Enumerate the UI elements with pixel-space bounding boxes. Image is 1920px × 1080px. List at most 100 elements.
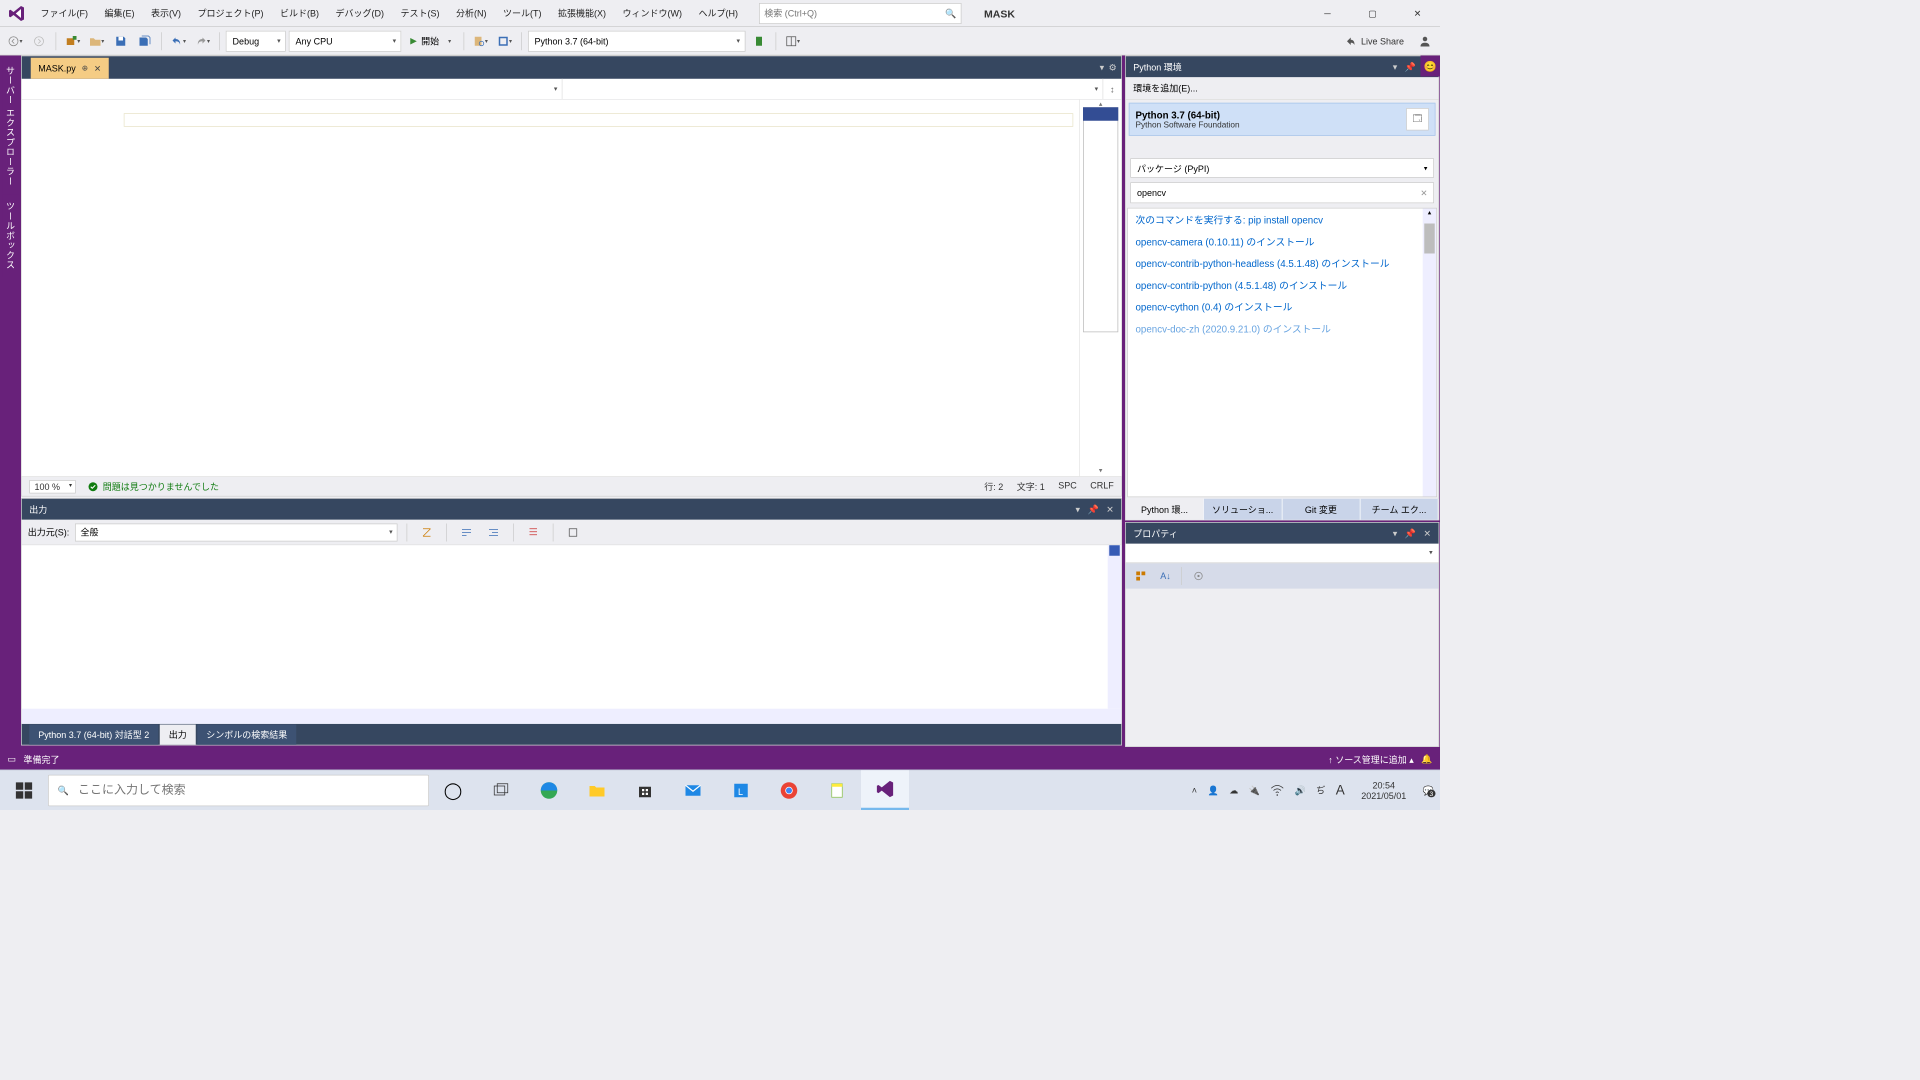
package-search[interactable]: ✕: [1130, 182, 1434, 203]
find-in-files-button[interactable]: ▾: [470, 30, 491, 51]
tray-wifi-icon[interactable]: [1271, 783, 1285, 797]
menu-window[interactable]: ウィンドウ(W): [615, 4, 689, 23]
nav-scope-dropdown[interactable]: [22, 79, 563, 99]
pkg-result-item[interactable]: opencv-cython (0.4) のインストール: [1128, 296, 1436, 318]
menu-test[interactable]: テスト(S): [393, 4, 447, 23]
pkg-result-item[interactable]: opencv-doc-zh (2020.9.21.0) のインストール: [1128, 317, 1436, 339]
rtab-git-changes[interactable]: Git 変更: [1282, 499, 1360, 520]
window-close[interactable]: ✕: [1395, 0, 1440, 27]
quick-search-input[interactable]: [764, 8, 945, 19]
output-body[interactable]: [22, 545, 1122, 724]
package-mode-dropdown[interactable]: パッケージ (PyPI): [1130, 158, 1434, 178]
property-pages-button[interactable]: [1188, 566, 1209, 587]
editor-tab-mask-py[interactable]: MASK.py ⊕ ✕: [31, 58, 109, 79]
pin-icon[interactable]: 📌: [1405, 528, 1416, 539]
menu-build[interactable]: ビルド(B): [272, 4, 326, 23]
notepad-icon[interactable]: [813, 770, 861, 810]
redo-button[interactable]: ▾: [192, 30, 213, 51]
pkg-scrollbar[interactable]: ▴: [1423, 209, 1437, 497]
tray-onedrive-icon[interactable]: ☁: [1229, 785, 1238, 796]
visual-studio-taskbar-icon[interactable]: [861, 770, 909, 810]
window-minimize[interactable]: ─: [1305, 0, 1350, 27]
action-center-icon[interactable]: 💬3: [1423, 785, 1434, 796]
mail-icon[interactable]: [669, 770, 717, 810]
chevron-down-icon[interactable]: ▾: [1100, 62, 1105, 73]
menu-file[interactable]: ファイル(F): [33, 4, 95, 23]
edge-icon[interactable]: [525, 770, 573, 810]
app-icon[interactable]: L: [717, 770, 765, 810]
nav-back-button[interactable]: ▾: [5, 30, 26, 51]
menu-tools[interactable]: ツール(T): [496, 4, 549, 23]
taskbar-search-input[interactable]: [78, 783, 419, 797]
output-header[interactable]: 出力 ▾ 📌 ✕: [22, 499, 1122, 520]
save-all-button[interactable]: [134, 30, 155, 51]
pkg-result-item[interactable]: opencv-contrib-python (4.5.1.48) のインストール: [1128, 274, 1436, 296]
create-venv-button[interactable]: [748, 30, 769, 51]
output-hscrollbar[interactable]: [22, 709, 1122, 724]
undo-button[interactable]: ▾: [168, 30, 189, 51]
add-environment-link[interactable]: 環境を追加(E)...: [1126, 77, 1439, 100]
zoom-dropdown[interactable]: 100 %: [29, 480, 76, 494]
task-view-icon[interactable]: [477, 770, 525, 810]
menu-analyze[interactable]: 分析(N): [449, 4, 495, 23]
editor-text-area[interactable]: [22, 100, 1080, 477]
close-icon[interactable]: ✕: [1106, 504, 1114, 515]
indent-button[interactable]: [483, 522, 504, 543]
explorer-icon[interactable]: [573, 770, 621, 810]
eol-indicator[interactable]: CRLF: [1090, 480, 1114, 493]
tray-ime-icon[interactable]: ぢ: [1316, 784, 1325, 797]
package-search-input[interactable]: [1137, 188, 1420, 199]
menu-extensions[interactable]: 拡張機能(X): [551, 4, 614, 23]
categorized-button[interactable]: [1130, 566, 1151, 587]
python-env-dropdown[interactable]: Python 3.7 (64-bit): [528, 30, 746, 51]
window-layout-button[interactable]: ▾: [782, 30, 803, 51]
new-project-button[interactable]: ▾: [62, 30, 83, 51]
properties-object-dropdown[interactable]: [1126, 544, 1439, 564]
quick-search[interactable]: 🔍: [759, 3, 962, 24]
nav-member-dropdown[interactable]: [563, 79, 1104, 99]
tray-people-icon[interactable]: 👤: [1208, 785, 1219, 796]
attach-button[interactable]: ▾: [494, 30, 515, 51]
pin-icon[interactable]: 📌: [1087, 504, 1098, 515]
save-button[interactable]: [110, 30, 131, 51]
close-icon[interactable]: ✕: [1423, 528, 1431, 539]
menu-view[interactable]: 表示(V): [143, 4, 188, 23]
pkg-result-item[interactable]: opencv-camera (0.10.11) のインストール: [1128, 230, 1436, 252]
open-interactive-icon[interactable]: 🗔: [1406, 108, 1429, 131]
chevron-down-icon[interactable]: ▾: [1075, 504, 1080, 515]
pkg-result-pip-install[interactable]: 次のコマンドを実行する: pip install opencv: [1128, 209, 1436, 231]
config-dropdown[interactable]: Debug: [226, 30, 286, 51]
python-env-card[interactable]: Python 3.7 (64-bit) Python Software Foun…: [1129, 103, 1436, 136]
rtab-team-explorer[interactable]: チーム エク...: [1360, 499, 1438, 520]
no-issues-indicator[interactable]: 問題は見つかりませんでした: [88, 480, 219, 493]
menu-edit[interactable]: 編集(E): [97, 4, 142, 23]
output-settings-button[interactable]: [563, 522, 584, 543]
start-button[interactable]: [0, 770, 48, 810]
tray-input-icon[interactable]: A: [1336, 782, 1345, 798]
pin-icon[interactable]: ⊕: [82, 64, 88, 72]
line-indicator[interactable]: 行: 2: [984, 480, 1003, 493]
add-source-control[interactable]: ↑ ソース管理に追加 ▴: [1328, 753, 1414, 766]
server-explorer-tab[interactable]: サーバー エクスプローラー: [2, 59, 19, 194]
toggle-autoscroll-button[interactable]: [523, 522, 544, 543]
open-file-button[interactable]: ▾: [86, 30, 107, 51]
nav-forward-button[interactable]: [29, 30, 50, 51]
pin-icon[interactable]: 📌: [1405, 62, 1416, 73]
chevron-down-icon[interactable]: ▾: [1393, 528, 1398, 539]
alphabetical-button[interactable]: A↓: [1154, 566, 1175, 587]
bottom-tab-interactive[interactable]: Python 3.7 (64-bit) 対話型 2: [29, 725, 158, 745]
output-vscrollbar[interactable]: [1108, 545, 1122, 709]
chrome-icon[interactable]: [765, 770, 813, 810]
menu-project[interactable]: プロジェクト(P): [190, 4, 271, 23]
tray-volume-icon[interactable]: 🔊: [1295, 785, 1306, 796]
editor-minimap[interactable]: ▴ ▾: [1079, 100, 1121, 477]
window-maximize[interactable]: ▢: [1350, 0, 1395, 27]
feedback-tab[interactable]: 😊: [1421, 56, 1441, 77]
clear-search-icon[interactable]: ✕: [1420, 188, 1427, 198]
notifications-icon[interactable]: 🔔: [1421, 754, 1432, 765]
whitespace-indicator[interactable]: SPC: [1058, 480, 1077, 493]
account-button[interactable]: [1415, 30, 1436, 51]
platform-dropdown[interactable]: Any CPU: [289, 30, 402, 51]
toggle-wrap-button[interactable]: [456, 522, 477, 543]
bottom-tab-output[interactable]: 出力: [160, 725, 196, 745]
